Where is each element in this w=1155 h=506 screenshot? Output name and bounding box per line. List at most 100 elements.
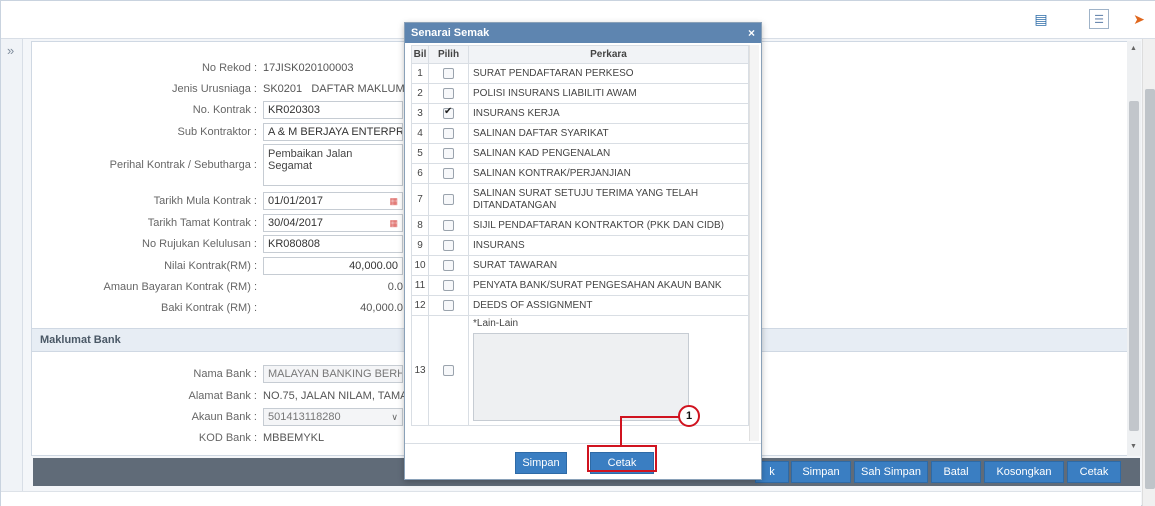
page-scroll-thumb[interactable]	[1145, 89, 1155, 489]
nilai-kontrak-label: Nilai Kontrak(RM) :	[164, 260, 257, 272]
sah-simpan-button[interactable]: Sah Simpan	[854, 461, 928, 483]
pilih-checkbox[interactable]	[443, 279, 454, 291]
kod-bank-value: MBBEMYKL	[263, 432, 325, 444]
nama-bank-label: Nama Bank :	[193, 368, 257, 380]
scroll-down-icon[interactable]: ▼	[1130, 443, 1137, 450]
perkara-text: INSURANS KERJA	[468, 103, 749, 124]
row-number: 2	[411, 83, 429, 104]
form-scroll-thumb[interactable]	[1129, 101, 1139, 431]
no-rekod-value: 17JISK020100003	[263, 62, 354, 74]
checklist-table: Bil Pilih Perkara 1 SURAT PENDAFTARAN PE…	[411, 45, 749, 426]
tarikh-tamat-input[interactable]: 30/04/2017 ▦	[263, 214, 403, 232]
row-number: 11	[411, 275, 429, 296]
pilih-checkbox[interactable]	[443, 106, 454, 119]
row-jenis-urusniaga: Jenis Urusniaga : SK0201 DAFTAR MAKLUM	[41, 79, 405, 99]
calendar-icon[interactable]: ▦	[389, 218, 398, 229]
pilih-checkbox[interactable]	[443, 67, 454, 79]
table-row: 11 PENYATA BANK/SURAT PENGESAHAN AKAUN B…	[411, 275, 749, 296]
tarikh-tamat-value: 30/04/2017	[268, 217, 324, 229]
jenis-urusniaga-label: Jenis Urusniaga :	[172, 83, 257, 95]
printer-icon[interactable]: ▤	[1031, 9, 1051, 29]
table-row: 10 SURAT TAWARAN	[411, 255, 749, 276]
row-number: 9	[411, 235, 429, 256]
simpan-button[interactable]: Simpan	[791, 461, 851, 483]
pilih-checkbox[interactable]	[443, 127, 454, 139]
tarikh-mula-value: 01/01/2017	[268, 195, 324, 207]
close-icon[interactable]: ×	[748, 26, 755, 40]
double-chevron-right-icon[interactable]: »	[7, 43, 14, 58]
tarikh-tamat-label: Tarikh Tamat Kontrak :	[147, 217, 257, 229]
sub-kontraktor-label: Sub Kontraktor :	[177, 126, 258, 138]
dialog-footer: Simpan Cetak	[405, 443, 761, 479]
row-akaun-bank: Akaun Bank : 501413118280 ∨	[41, 407, 403, 427]
pilih-checkbox[interactable]	[443, 147, 454, 159]
no-rujukan-label: No Rujukan Kelulusan :	[142, 238, 257, 250]
dialog-simpan-button[interactable]: Simpan	[515, 452, 567, 474]
perkara-text: SALINAN SURAT SETUJU TERIMA YANG TELAH D…	[468, 183, 749, 216]
row-nilai-kontrak: Nilai Kontrak(RM) : 40,000.00	[41, 256, 403, 276]
no-rekod-label: No Rekod :	[201, 62, 257, 74]
table-view-icon[interactable]: ☰	[1089, 9, 1109, 29]
table-row: 2 POLISI INSURANS LIABILITI AWAM	[411, 83, 749, 104]
pilih-checkbox[interactable]	[443, 219, 454, 231]
perkara-text: DEEDS OF ASSIGNMENT	[468, 295, 749, 316]
row-alamat-bank: Alamat Bank : NO.75, JALAN NILAM, TAMAN	[41, 386, 416, 406]
tarikh-mula-input[interactable]: 01/01/2017 ▦	[263, 192, 403, 210]
row-number: 12	[411, 295, 429, 316]
row-kod-bank: KOD Bank : MBBEMYKL	[41, 428, 324, 448]
logout-icon[interactable]: ➤	[1129, 9, 1149, 29]
pilih-checkbox[interactable]	[443, 299, 454, 311]
perihal-textarea[interactable]: Pembaikan Jalan Segamat	[263, 144, 403, 186]
dialog-title: Senarai Semak	[411, 27, 490, 39]
row-baki-kontrak: Baki Kontrak (RM) : 40,000.0	[41, 298, 403, 318]
kod-bank-label: KOD Bank :	[198, 432, 257, 444]
akaun-bank-select[interactable]: 501413118280 ∨	[263, 408, 403, 426]
amaun-bayaran-value: 0.0	[387, 281, 403, 293]
tarikh-mula-label: Tarikh Mula Kontrak :	[153, 195, 257, 207]
perkara-text: POLISI INSURANS LIABILITI AWAM	[468, 83, 749, 104]
expand-panel-toggle[interactable]: »	[1, 39, 23, 506]
lain-lain-label: *Lain-Lain	[473, 318, 519, 329]
alamat-bank-label: Alamat Bank :	[188, 390, 257, 402]
baki-kontrak-label: Baki Kontrak (RM) :	[161, 302, 257, 314]
cetak-button[interactable]: Cetak	[1067, 461, 1121, 483]
table-row: 5 SALINAN KAD PENGENALAN	[411, 143, 749, 164]
checklist-body: 1 SURAT PENDAFTARAN PERKESO 2 POLISI INS…	[411, 63, 749, 426]
pilih-checkbox[interactable]	[443, 364, 454, 376]
checklist-dialog: Senarai Semak × Bil Pilih Perkara 1 SURA…	[404, 22, 762, 480]
scroll-up-icon[interactable]: ▲	[1130, 45, 1137, 52]
nilai-kontrak-input[interactable]: 40,000.00	[263, 257, 403, 275]
pilih-checkbox[interactable]	[443, 87, 454, 99]
pilih-checkbox[interactable]	[443, 259, 454, 271]
lain-lain-textarea[interactable]	[473, 333, 689, 421]
step-number-badge: 1	[678, 405, 700, 427]
calendar-icon[interactable]: ▦	[389, 196, 398, 207]
dialog-scrollbar[interactable]	[749, 45, 759, 441]
sub-kontraktor-input[interactable]: A & M BERJAYA ENTERPRIS	[263, 123, 403, 141]
batal-button[interactable]: Batal	[931, 461, 981, 483]
pilih-checkbox[interactable]	[443, 167, 454, 179]
kosongkan-button[interactable]: Kosongkan	[984, 461, 1064, 483]
chevron-down-icon[interactable]: ∨	[391, 412, 398, 423]
no-rujukan-input[interactable]: KR080808	[263, 235, 403, 253]
page-footer	[1, 491, 1141, 506]
table-row: 4 SALINAN DAFTAR SYARIKAT	[411, 123, 749, 144]
pilih-checkbox[interactable]	[443, 239, 454, 251]
row-number: 10	[411, 255, 429, 276]
perihal-label: Perihal Kontrak / Sebutharga :	[109, 159, 257, 171]
cetak-highlight-box	[587, 445, 657, 472]
col-pilih-header: Pilih	[428, 45, 469, 64]
row-perihal: Perihal Kontrak / Sebutharga : Pembaikan…	[41, 144, 403, 186]
table-row: 1 SURAT PENDAFTARAN PERKESO	[411, 63, 749, 84]
row-tarikh-mula: Tarikh Mula Kontrak : 01/01/2017 ▦	[41, 191, 403, 211]
row-no-kontrak: No. Kontrak : KR020303	[41, 100, 403, 120]
no-kontrak-input[interactable]: KR020303	[263, 101, 403, 119]
perkara-text: SURAT TAWARAN	[468, 255, 749, 276]
col-bil-header: Bil	[411, 45, 429, 64]
page-scrollbar[interactable]	[1142, 39, 1155, 506]
pilih-checkbox[interactable]	[443, 193, 454, 205]
form-scrollbar[interactable]: ▲ ▼	[1127, 41, 1141, 456]
table-row: 8 SIJIL PENDAFTARAN KONTRAKTOR (PKK DAN …	[411, 215, 749, 236]
col-perkara-header: Perkara	[468, 45, 749, 64]
row-number: 8	[411, 215, 429, 236]
